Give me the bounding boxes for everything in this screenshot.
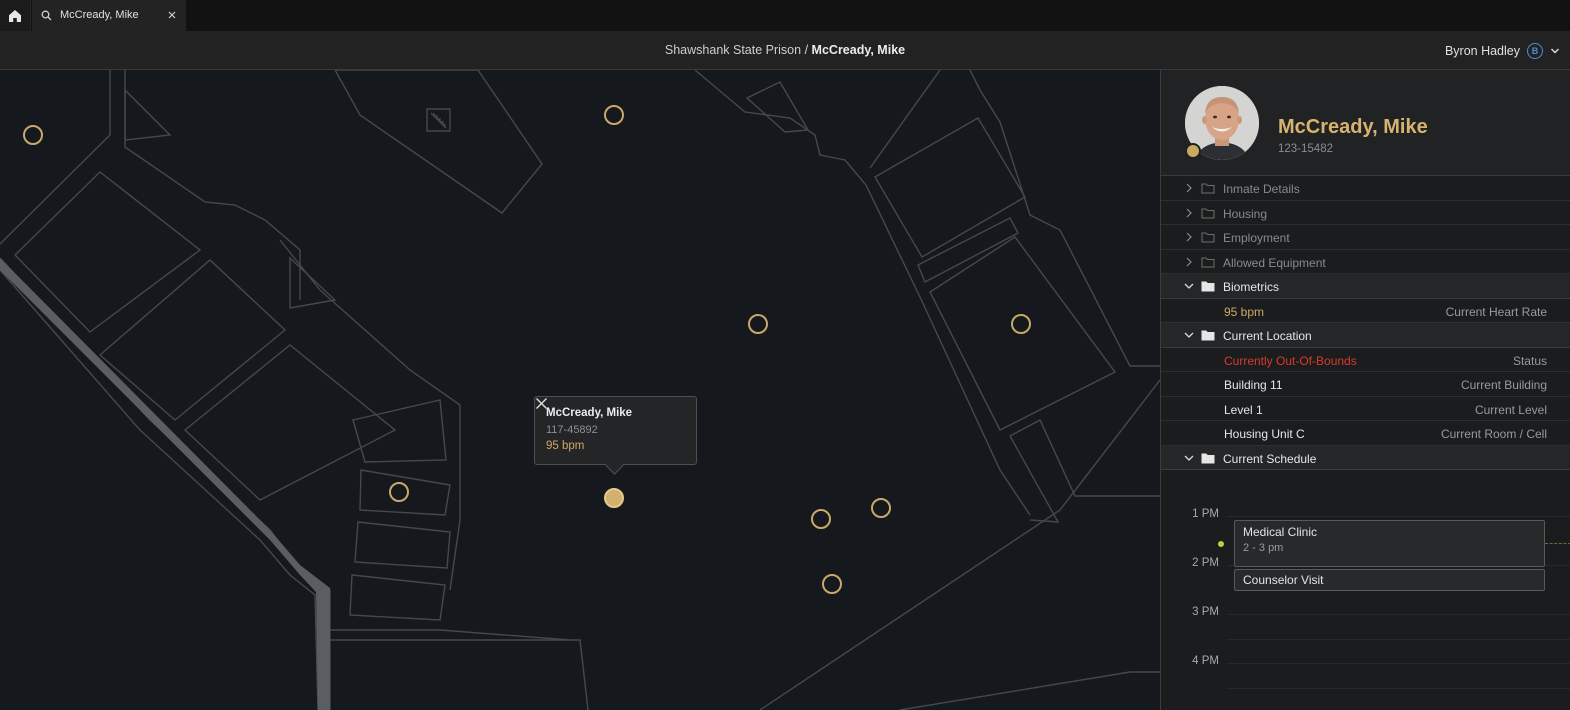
level-value: Level 1 xyxy=(1224,402,1263,417)
chevron-right-icon xyxy=(1186,208,1192,217)
folder-icon xyxy=(1201,281,1215,292)
room-value: Housing Unit C xyxy=(1224,427,1305,441)
section-label: Current Location xyxy=(1223,329,1312,343)
map-marker[interactable] xyxy=(871,498,891,518)
map-marker[interactable] xyxy=(1011,314,1031,334)
search-icon xyxy=(41,10,52,21)
status-label: Status xyxy=(1512,353,1547,368)
status-indicator xyxy=(1185,143,1201,159)
section-allowed-equipment[interactable]: Allowed Equipment xyxy=(1161,250,1570,274)
detail-row: Level 1 Current Level xyxy=(1161,396,1570,421)
detail-row: Currently Out-Of-Bounds Status xyxy=(1161,347,1570,372)
event-title: Medical Clinic xyxy=(1243,525,1318,539)
chevron-right-icon xyxy=(1186,232,1192,242)
half-hour-divider xyxy=(1227,639,1570,640)
hour-divider xyxy=(1227,614,1570,615)
event-time: 2 - 3 pm xyxy=(1243,542,1284,554)
folder-icon xyxy=(1201,257,1215,267)
status-value: Currently Out-Of-Bounds xyxy=(1224,353,1357,368)
detail-row: Building 11 Current Building xyxy=(1161,372,1570,397)
popup-name: McCready, Mike xyxy=(546,407,633,419)
time-label: 3 PM xyxy=(1192,606,1219,618)
folder-icon xyxy=(1201,183,1215,194)
map-marker[interactable] xyxy=(811,509,831,529)
home-icon xyxy=(9,9,21,22)
top-header: Shawshank State Prison / McCready, Mike … xyxy=(0,31,1570,70)
chevron-right-icon xyxy=(1186,257,1192,266)
map-marker[interactable] xyxy=(748,314,768,334)
tab-label: McCready, Mike xyxy=(60,9,139,21)
event-title: Counselor Visit xyxy=(1243,573,1324,587)
section-label: Housing xyxy=(1223,206,1268,221)
user-menu[interactable]: Byron Hadley B xyxy=(1445,41,1560,61)
schedule-event[interactable]: Counselor Visit xyxy=(1234,569,1545,591)
level-label: Current Level xyxy=(1474,402,1547,417)
folder-icon xyxy=(1201,453,1215,463)
detail-row: Housing Unit C Current Room / Cell xyxy=(1161,421,1570,446)
detail-row: 95 bpm Current Heart Rate xyxy=(1161,298,1570,323)
user-name: Byron Hadley xyxy=(1444,44,1520,58)
map-marker-selected[interactable] xyxy=(604,488,624,508)
inmate-details-panel: McCready, Mike 123-15482 Inmate Details … xyxy=(1160,70,1570,710)
section-current-location[interactable]: Current Location xyxy=(1161,323,1570,348)
folder-icon xyxy=(1201,232,1215,243)
profile-header: McCready, Mike 123-15482 xyxy=(1161,70,1570,176)
section-label: Current Schedule xyxy=(1223,451,1317,466)
chevron-down-icon xyxy=(1184,455,1194,461)
map-marker[interactable] xyxy=(604,105,624,125)
folder-icon xyxy=(1201,208,1215,218)
schedule-timeline: 1 PM 2 PM 3 PM 4 PM Medical Clinic 2 - 3… xyxy=(1161,470,1570,710)
hour-divider xyxy=(1227,663,1570,664)
room-label: Current Room / Cell xyxy=(1440,427,1547,441)
building-value: Building 11 xyxy=(1224,378,1283,392)
heart-rate-value: 95 bpm xyxy=(1224,304,1265,319)
section-inmate-details[interactable]: Inmate Details xyxy=(1161,176,1570,201)
tab-inmate[interactable]: McCready, Mike xyxy=(32,0,186,31)
section-label: Biometrics xyxy=(1223,280,1280,294)
section-current-schedule[interactable]: Current Schedule xyxy=(1161,445,1570,470)
map-marker[interactable] xyxy=(23,125,43,145)
close-tab-icon[interactable] xyxy=(166,9,178,21)
breadcrumb-current: McCready, Mike xyxy=(811,43,906,57)
details-tree: Inmate Details Housing Employment Allowe… xyxy=(1161,176,1570,470)
chevron-right-icon xyxy=(1186,183,1192,193)
close-icon[interactable] xyxy=(535,397,548,410)
breadcrumb-separator: / xyxy=(804,43,809,57)
breadcrumb: Shawshank State Prison / McCready, Mike xyxy=(0,43,1570,57)
section-label: Allowed Equipment xyxy=(1223,255,1326,270)
inmate-name: McCready, Mike xyxy=(1278,116,1428,138)
building-label: Current Building xyxy=(1460,378,1547,392)
popup-id: 117-45892 xyxy=(546,424,598,436)
heart-rate-label: Current Heart Rate xyxy=(1445,304,1547,319)
time-label: 1 PM xyxy=(1192,508,1219,520)
section-biometrics[interactable]: Biometrics xyxy=(1161,274,1570,299)
floor-plan xyxy=(0,70,1160,710)
current-time-line xyxy=(1545,543,1570,544)
time-label: 4 PM xyxy=(1192,655,1219,667)
popup-heart-rate: 95 bpm xyxy=(546,440,585,452)
folder-icon xyxy=(1201,330,1215,341)
breadcrumb-parent[interactable]: Shawshank State Prison xyxy=(665,43,801,57)
section-employment[interactable]: Employment xyxy=(1161,225,1570,250)
chevron-down-icon[interactable] xyxy=(1550,46,1560,56)
section-housing[interactable]: Housing xyxy=(1161,201,1570,225)
tab-bar: McCready, Mike xyxy=(0,0,1570,31)
hour-divider xyxy=(1227,516,1570,517)
time-label: 2 PM xyxy=(1192,557,1219,569)
section-label: Employment xyxy=(1223,231,1290,245)
facility-map[interactable]: McCready, Mike 117-45892 95 bpm xyxy=(0,70,1160,710)
avatar: B xyxy=(1527,43,1543,59)
map-marker[interactable] xyxy=(822,574,842,594)
inmate-id: 123-15482 xyxy=(1278,143,1333,155)
section-label: Inmate Details xyxy=(1223,182,1300,196)
inmate-popup: McCready, Mike 117-45892 95 bpm xyxy=(534,396,697,465)
chevron-down-icon xyxy=(1184,283,1194,289)
map-marker[interactable] xyxy=(389,482,409,502)
half-hour-divider xyxy=(1227,688,1570,689)
current-time-indicator xyxy=(1218,541,1224,547)
home-button[interactable] xyxy=(0,0,31,31)
schedule-event[interactable]: Medical Clinic 2 - 3 pm xyxy=(1234,520,1545,567)
chevron-down-icon xyxy=(1184,332,1194,338)
